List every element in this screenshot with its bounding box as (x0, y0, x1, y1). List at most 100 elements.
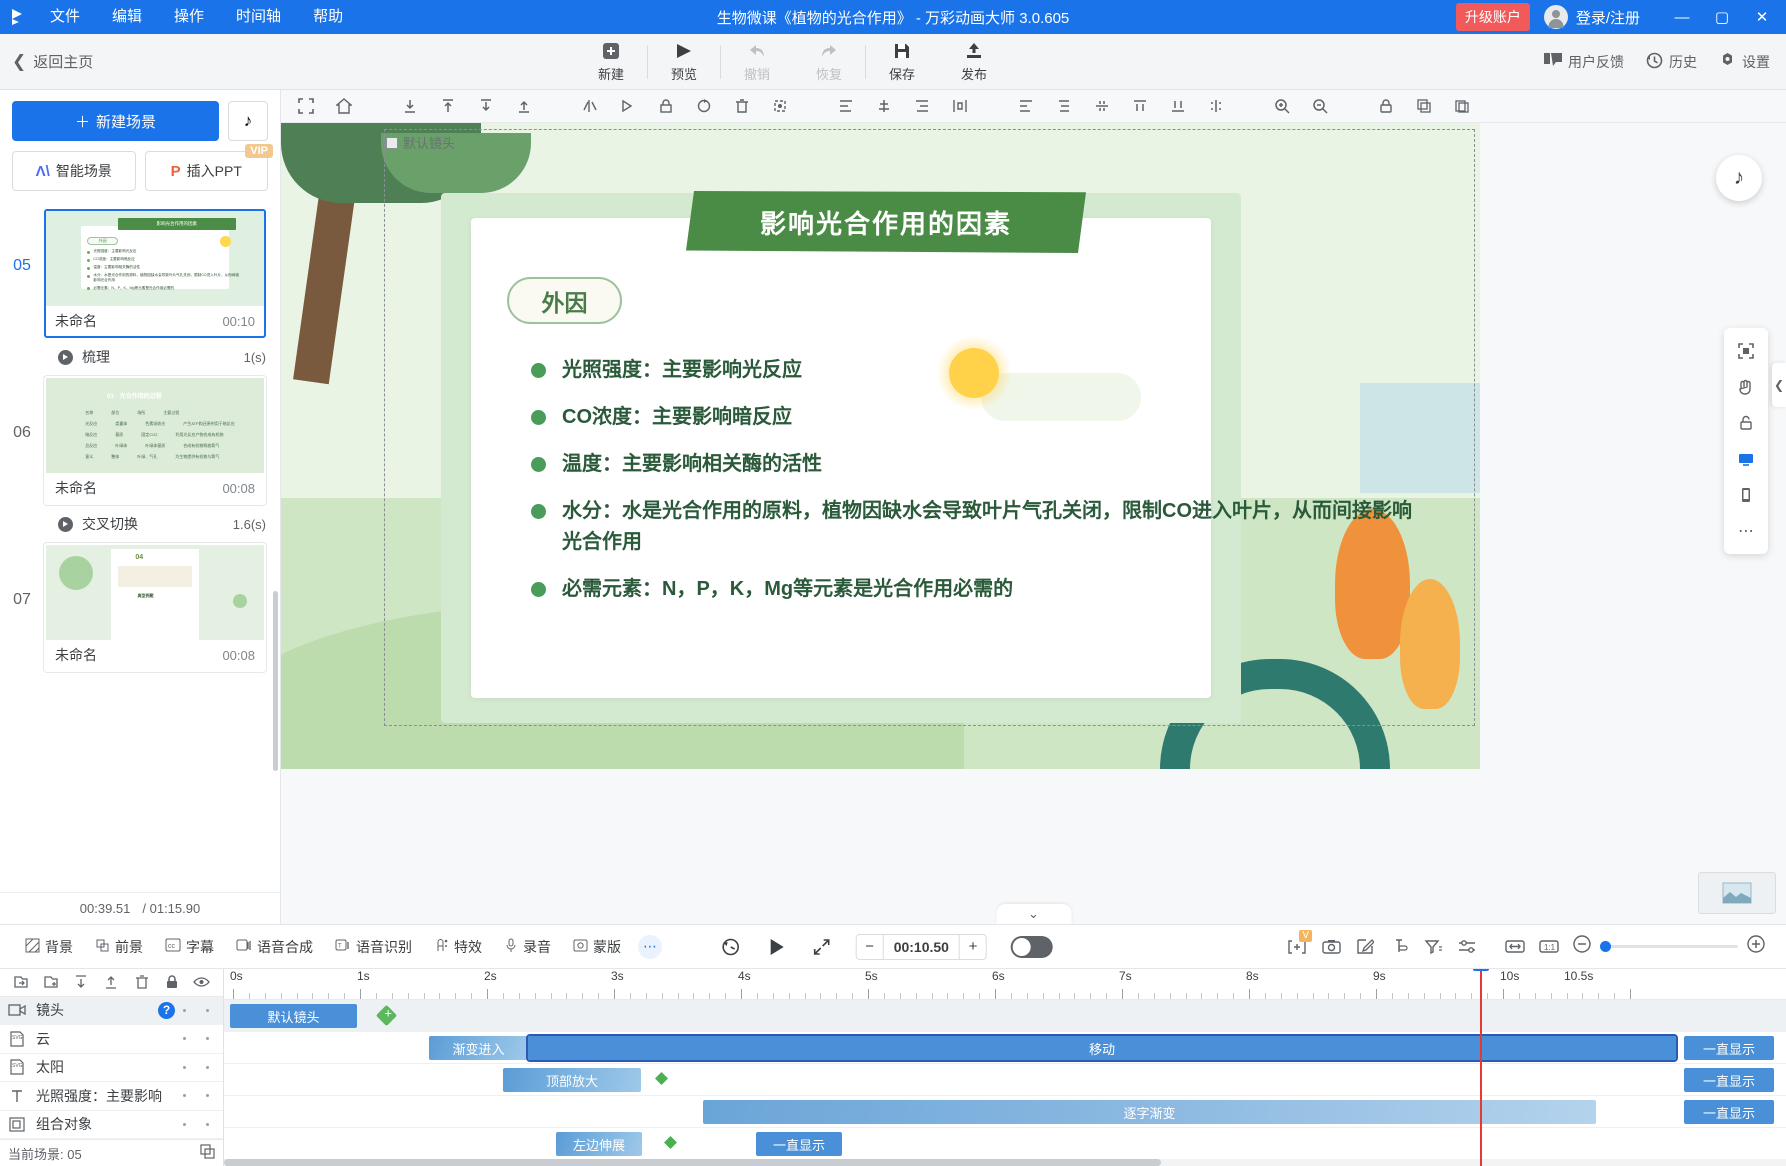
align-left-icon[interactable] (827, 91, 865, 121)
track-header-cloud[interactable]: SVG 云 (0, 1025, 223, 1054)
settings-button[interactable]: 设置 (1719, 52, 1770, 72)
record-button[interactable]: 录音 (493, 932, 562, 962)
redo-button[interactable]: 恢复 (793, 40, 865, 83)
delete-icon[interactable] (723, 91, 761, 121)
playhead[interactable] (1473, 969, 1489, 1166)
visibility-dot[interactable] (206, 1065, 209, 1069)
lock-dot[interactable] (183, 1094, 186, 1098)
clip[interactable]: 渐变进入 (429, 1036, 528, 1060)
visibility-dot[interactable] (206, 1094, 209, 1098)
filter-icon[interactable] (1416, 932, 1450, 962)
flip-v-icon[interactable] (609, 91, 647, 121)
add-frame-icon[interactable]: V (1280, 929, 1314, 962)
scene-name[interactable]: 未命名 (55, 645, 97, 665)
timeline-hscroll-thumb[interactable] (224, 1159, 1162, 1166)
duration-increase-button[interactable]: + (960, 935, 986, 959)
upgrade-account-button[interactable]: 升级账户 (1455, 3, 1530, 31)
track-row[interactable]: 默认镜头 (224, 1000, 1786, 1032)
flip-h-icon[interactable] (571, 91, 609, 121)
lock-icon[interactable] (157, 969, 187, 995)
zoom-knob[interactable] (1600, 941, 1611, 952)
scene-thumbnail-card[interactable]: 04 典型例题 未命名 00:08 (44, 543, 266, 672)
slide-bullet-item[interactable]: CO浓度：主要影响暗反应 (531, 402, 1430, 433)
keyframe[interactable] (655, 1072, 668, 1085)
expand-icon[interactable] (1729, 334, 1763, 368)
slide-pill-label[interactable]: 外因 (507, 277, 622, 324)
clip[interactable]: 左边伸展 (556, 1132, 642, 1156)
play-button[interactable] (766, 936, 788, 958)
align-bottom-import-icon[interactable] (391, 91, 429, 121)
menu-edit[interactable]: 编辑 (96, 0, 158, 34)
foreground-button[interactable]: 前景 (84, 932, 154, 962)
effects-button[interactable]: 特效 (423, 932, 493, 962)
preview-button[interactable]: 预览 (648, 40, 720, 83)
list-item[interactable]: 05 影响光合作用的因素 外因 光照强度：主要影响光反应 CO浓度：主要影响暗反… (0, 209, 280, 338)
panel-collapse-arrow[interactable]: ❮ (1772, 363, 1786, 407)
lock-open-icon[interactable] (1729, 406, 1763, 440)
zoom-track[interactable] (1600, 941, 1738, 952)
menu-timeline[interactable]: 时间轴 (220, 0, 297, 34)
duration-decrease-button[interactable]: − (857, 935, 883, 959)
import-layer-icon[interactable] (6, 969, 36, 995)
track-row[interactable]: 逐字渐变 一直显示 (224, 1096, 1786, 1128)
paste-icon[interactable] (1443, 91, 1481, 121)
align-center-v-icon[interactable] (1083, 91, 1121, 121)
clip-always-show[interactable]: 一直显示 (1684, 1100, 1774, 1124)
publish-button[interactable]: 发布 (938, 40, 1010, 83)
timeline-hscrollbar[interactable] (224, 1159, 1786, 1166)
scene-list-scrollbar[interactable] (273, 591, 278, 771)
new-layer-icon[interactable] (36, 969, 66, 995)
scene-transition[interactable]: 梳理 1(s) (0, 338, 280, 376)
actual-size-icon[interactable]: 1:1 (1532, 932, 1566, 962)
align-right-icon[interactable] (903, 91, 941, 121)
track-row[interactable]: 渐变进入 移动 一直显示 (224, 1032, 1786, 1064)
keyframe-add[interactable] (375, 1004, 398, 1027)
track-header-sun[interactable]: SVG 太阳 (0, 1054, 223, 1083)
distribute-h-icon[interactable] (941, 91, 979, 121)
scene-name[interactable]: 未命名 (55, 478, 97, 498)
track-row[interactable]: 顶部放大 一直显示 (224, 1064, 1786, 1096)
smart-scene-button[interactable]: Λ\ 智能场景 (12, 151, 136, 191)
more-icon[interactable]: ⋯ (1729, 514, 1763, 548)
select-icon[interactable] (761, 91, 799, 121)
menu-help[interactable]: 帮助 (297, 0, 359, 34)
mobile-icon[interactable] (1729, 478, 1763, 512)
replay-button[interactable] (720, 936, 742, 958)
timeline-tracks[interactable]: 0s 1s 2s 3s 4s 5s 6s 7s 8s 9s 10s 10.5s … (224, 969, 1786, 1166)
clip[interactable]: 一直显示 (756, 1132, 842, 1156)
duration-value[interactable]: 00:10.50 (882, 934, 960, 959)
slide-canvas[interactable]: 影响光合作用的因素 外因 光照强度：主要影响光反应 CO浓度：主要影响暗反应 温… (281, 123, 1480, 769)
distribute-v-icon[interactable] (1007, 91, 1045, 121)
timeline-ruler[interactable]: 0s 1s 2s 3s 4s 5s 6s 7s 8s 9s 10s 10.5s (224, 969, 1786, 1000)
track-header-text[interactable]: 光照强度：主要影响 (0, 1082, 223, 1111)
stage-crop-thumbnail[interactable] (1698, 872, 1776, 914)
lock-icon[interactable] (1367, 91, 1405, 121)
asr-button[interactable]: T 语音识别 (324, 932, 423, 962)
settings-sliders-icon[interactable] (1450, 932, 1484, 962)
delete-icon[interactable] (127, 969, 157, 995)
zoom-slider[interactable] (1572, 934, 1766, 959)
clip-always-show[interactable]: 一直显示 (1684, 1036, 1774, 1060)
history-button[interactable]: 历史 (1646, 52, 1697, 72)
clip[interactable]: 逐字渐变 (703, 1100, 1596, 1124)
slide-bullet-item[interactable]: 必需元素：N，P，K，Mg等元素是光合作用必需的 (531, 574, 1430, 605)
slide-bullet-item[interactable]: 温度：主要影响相关酶的活性 (531, 449, 1430, 480)
lock-dot[interactable] (183, 1122, 186, 1126)
camera-label[interactable]: 默认镜头 (386, 133, 455, 152)
lock-dot[interactable] (183, 1037, 186, 1041)
lock-shape-icon[interactable] (647, 91, 685, 121)
track-row[interactable]: 左边伸展 一直显示 (224, 1128, 1786, 1160)
clip-always-show[interactable]: 一直显示 (1684, 1068, 1774, 1092)
align-top2-icon[interactable] (1045, 91, 1083, 121)
scene-thumbnail-card[interactable]: 影响光合作用的因素 外因 光照强度：主要影响光反应 CO浓度：主要影响暗反应 温… (44, 209, 266, 338)
menu-operations[interactable]: 操作 (158, 0, 220, 34)
keyframe-tool-icon[interactable] (1382, 932, 1416, 962)
duration-stepper[interactable]: − 00:10.50 + (855, 933, 987, 960)
tts-button[interactable]: 语音合成 (225, 932, 324, 962)
duplicate-icon[interactable] (200, 1144, 215, 1162)
lock-dot[interactable] (183, 1065, 186, 1069)
maximize-button[interactable]: ▢ (1702, 0, 1742, 34)
zoom-in-icon[interactable] (1263, 91, 1301, 121)
list-item[interactable]: 07 04 典型例题 未命名 00:08 (0, 543, 280, 672)
login-register-button[interactable]: 登录/注册 (1543, 5, 1640, 29)
